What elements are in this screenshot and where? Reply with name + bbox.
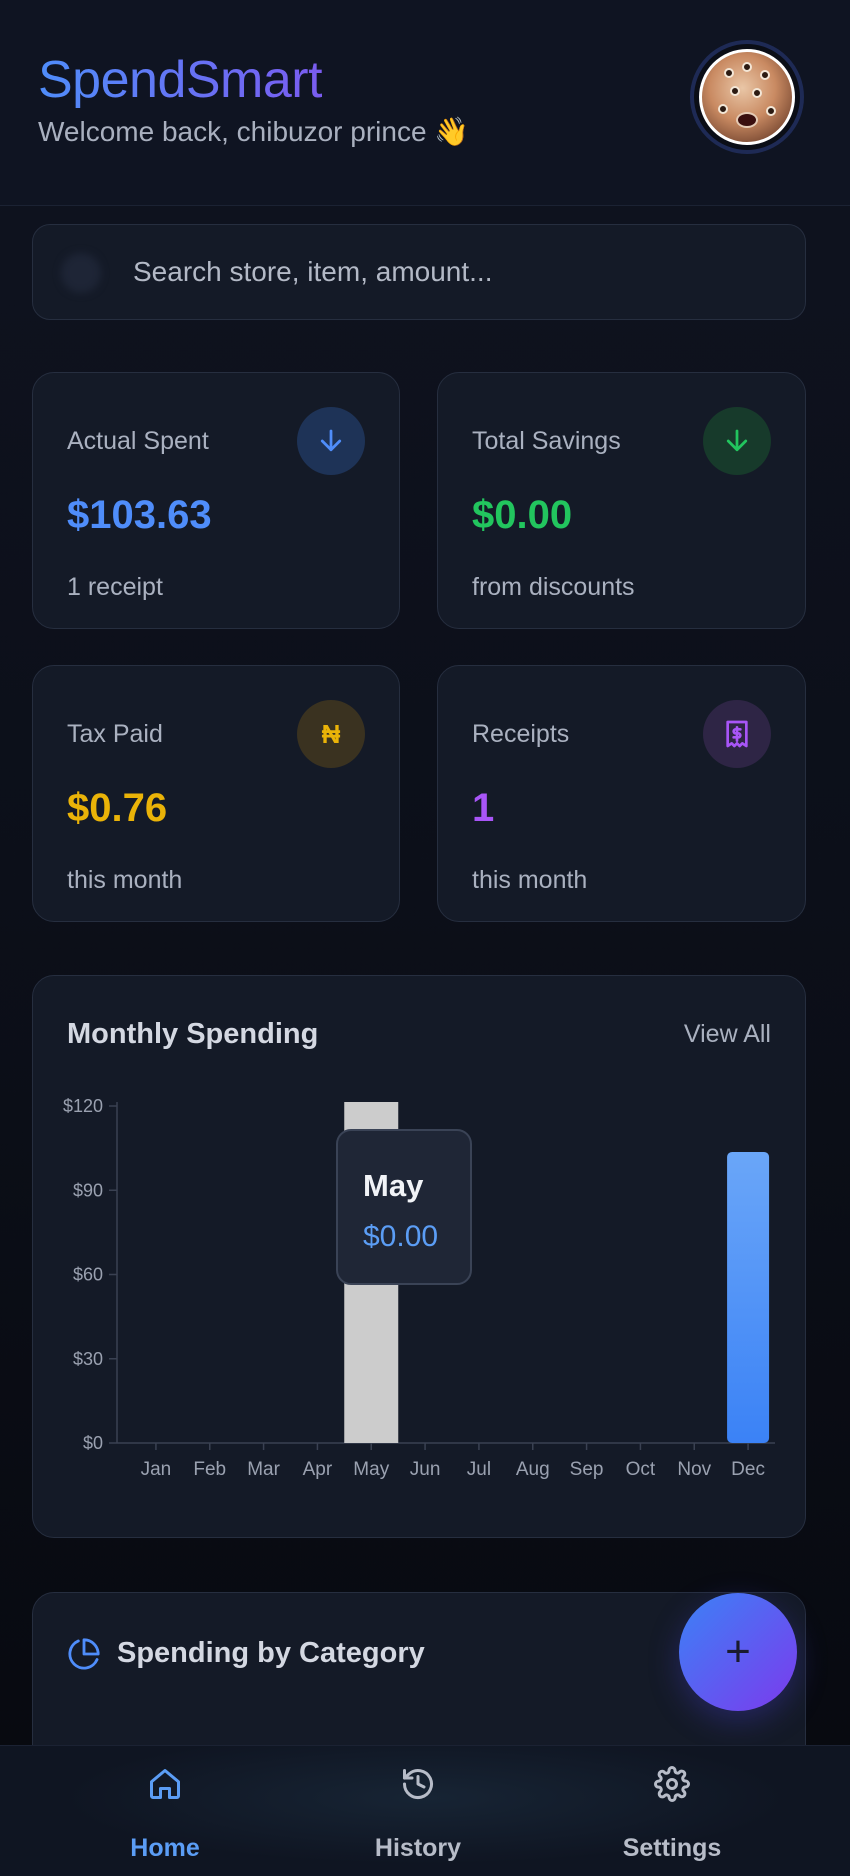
stat-sub: 1 receipt: [67, 573, 163, 601]
y-tick-label: $90: [73, 1180, 103, 1200]
tooltip-box: [336, 1129, 472, 1285]
stat-card-receipts[interactable]: Receipts 1 this month: [437, 665, 806, 922]
y-tick-label: $60: [73, 1265, 103, 1285]
bottom-nav: Home History Settings: [0, 1745, 850, 1876]
stat-card-actual-spent[interactable]: Actual Spent $103.63 1 receipt: [32, 372, 400, 629]
x-tick-label: Dec: [731, 1459, 765, 1480]
search-input[interactable]: [133, 225, 783, 319]
stat-label: Total Savings: [472, 427, 621, 455]
stat-value: 1: [472, 786, 495, 830]
nav-item-history[interactable]: History: [318, 1746, 518, 1876]
nav-label: Settings: [622, 1834, 722, 1862]
search-bar: [32, 224, 806, 320]
y-tick-label: $30: [73, 1349, 103, 1369]
stat-sub: this month: [67, 866, 183, 894]
stat-value: $0.76: [67, 786, 168, 830]
welcome-message: Welcome back, chibuzor prince 👋: [38, 116, 470, 147]
arrow-down-icon: [297, 407, 365, 475]
arrow-down-icon: [703, 407, 771, 475]
stat-value: $103.63: [67, 493, 212, 537]
fab-label: +: [725, 1627, 751, 1676]
avatar-image: [699, 49, 795, 145]
x-tick-label: Nov: [677, 1459, 711, 1480]
x-tick-label: May: [353, 1459, 389, 1480]
nav-label: Home: [130, 1834, 200, 1862]
tooltip-value: $0.00: [363, 1220, 438, 1253]
category-title: Spending by Category: [117, 1637, 425, 1669]
x-tick-label: Feb: [193, 1459, 226, 1480]
stat-label: Receipts: [472, 720, 570, 748]
app-header: SpendSmart Welcome back, chibuzor prince…: [0, 0, 850, 206]
naira-icon: ₦: [297, 700, 365, 768]
x-tick-label: Jun: [410, 1459, 441, 1480]
x-tick-label: Mar: [247, 1459, 280, 1480]
bar-dec: [727, 1151, 770, 1443]
stat-label: Actual Spent: [67, 427, 209, 455]
stat-value: $0.00: [472, 493, 573, 537]
y-tick-label: $0: [83, 1433, 103, 1453]
nav-label: History: [374, 1834, 462, 1862]
tooltip-month: May: [363, 1168, 424, 1203]
chart-tooltip: May $0.00: [336, 1129, 472, 1285]
stat-sub: this month: [472, 866, 588, 894]
stat-sub: from discounts: [472, 573, 635, 601]
stat-label: Tax Paid: [67, 720, 163, 748]
stat-card-tax-paid[interactable]: Tax Paid $0.76 this month ₦: [32, 665, 400, 922]
x-tick-label: Sep: [570, 1459, 604, 1480]
x-tick-label: Apr: [303, 1459, 333, 1480]
nav-item-settings[interactable]: Settings: [572, 1746, 772, 1876]
x-tick-label: Oct: [626, 1459, 656, 1480]
gear-icon: [654, 1766, 690, 1802]
stat-card-total-savings[interactable]: Total Savings $0.00 from discounts: [437, 372, 806, 629]
history-icon: [403, 1769, 433, 1800]
x-tick-label: Jul: [467, 1459, 491, 1480]
pie-chart-icon: [68, 1638, 100, 1670]
monthly-spending-chart: $0 $30 $60 $90 $120 Jan Feb Mar Apr May Jun Jul Aug S…: [63, 1096, 775, 1480]
nav-item-home[interactable]: Home: [65, 1746, 265, 1876]
add-receipt-button[interactable]: +: [679, 1593, 797, 1711]
y-tick-label: $120: [63, 1096, 103, 1116]
search-icon: [61, 253, 101, 293]
x-tick-label: Jan: [141, 1459, 172, 1480]
monthly-spending-card: Monthly Spending View All $0 $30 $60 $90 $12…: [32, 975, 806, 1538]
home-icon: [150, 1769, 180, 1799]
app-title: SpendSmart: [38, 51, 323, 109]
avatar[interactable]: [690, 40, 804, 154]
x-tick-label: Aug: [516, 1459, 550, 1480]
receipt-icon: [703, 700, 771, 768]
